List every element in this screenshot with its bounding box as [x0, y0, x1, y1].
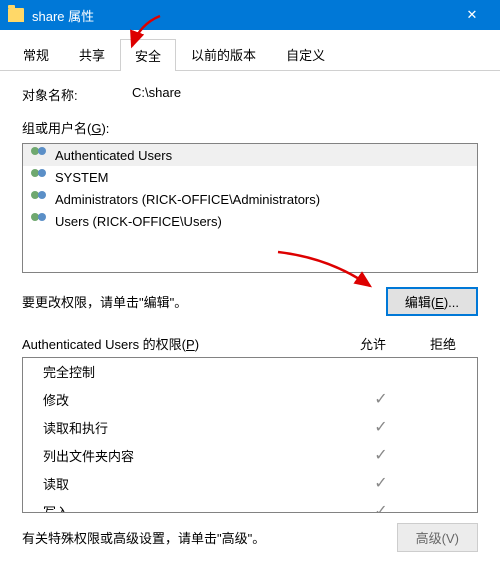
tab-2[interactable]: 安全 [120, 39, 176, 71]
object-name-row: 对象名称: C:\share [22, 85, 478, 104]
permission-name: 完全控制 [29, 362, 351, 381]
advanced-row: 有关特殊权限或高级设置，请单击"高级"。 高级(V) [22, 523, 478, 552]
permission-allow: ✓ [351, 473, 411, 493]
group-item-label: SYSTEM [55, 170, 108, 185]
folder-icon [8, 8, 24, 22]
close-button[interactable]: ✕ [452, 0, 492, 30]
edit-button[interactable]: 编辑(E)... [386, 287, 478, 316]
permission-row: 读取和执行✓ [23, 413, 477, 441]
permissions-col-deny: 拒绝 [408, 334, 478, 353]
permission-allow: ✓ [351, 501, 411, 513]
tab-1[interactable]: 共享 [64, 38, 120, 70]
window-title: share 属性 [32, 6, 452, 25]
group-item-label: Users (RICK-OFFICE\Users) [55, 214, 222, 229]
group-item[interactable]: Administrators (RICK-OFFICE\Administrato… [23, 188, 477, 210]
people-icon [29, 191, 49, 207]
permission-allow: ✓ [351, 445, 411, 465]
tab-content-security: 对象名称: C:\share 组或用户名(G): Authenticated U… [0, 71, 500, 566]
advanced-hint: 有关特殊权限或高级设置，请单击"高级"。 [22, 528, 265, 547]
people-icon [29, 169, 49, 185]
permission-allow: ✓ [351, 417, 411, 437]
group-item-label: Authenticated Users [55, 148, 172, 163]
people-icon [29, 213, 49, 229]
group-item-label: Administrators (RICK-OFFICE\Administrato… [55, 192, 320, 207]
advanced-button[interactable]: 高级(V) [397, 523, 478, 552]
tab-strip: 常规共享安全以前的版本自定义 [0, 30, 500, 71]
tab-0[interactable]: 常规 [8, 38, 64, 70]
permission-row: 列出文件夹内容✓ [23, 441, 477, 469]
edit-hint-text: 要更改权限，请单击"编辑"。 [22, 292, 187, 311]
permissions-header: Authenticated Users 的权限(P) 允许 拒绝 [22, 334, 478, 353]
titlebar: share 属性 ✕ [0, 0, 500, 30]
tab-4[interactable]: 自定义 [271, 38, 340, 70]
permissions-listbox[interactable]: 完全控制修改✓读取和执行✓列出文件夹内容✓读取✓写入✓ [22, 357, 478, 513]
permission-name: 列出文件夹内容 [29, 446, 351, 465]
group-item[interactable]: Authenticated Users [23, 144, 477, 166]
permission-allow: ✓ [351, 389, 411, 409]
permission-name: 写入 [29, 502, 351, 514]
permission-name: 读取和执行 [29, 418, 351, 437]
permission-row: 读取✓ [23, 469, 477, 497]
group-item[interactable]: Users (RICK-OFFICE\Users) [23, 210, 477, 232]
permission-row: 修改✓ [23, 385, 477, 413]
tab-3[interactable]: 以前的版本 [176, 38, 271, 70]
permission-row: 完全控制 [23, 358, 477, 385]
permission-name: 读取 [29, 474, 351, 493]
groups-listbox[interactable]: Authenticated Users SYSTEM Administrators … [22, 143, 478, 273]
people-icon [29, 147, 49, 163]
permission-name: 修改 [29, 390, 351, 409]
object-name-label: 对象名称: [22, 85, 132, 104]
group-item[interactable]: SYSTEM [23, 166, 477, 188]
object-name-value: C:\share [132, 85, 181, 104]
permission-row: 写入✓ [23, 497, 477, 513]
permissions-header-name: Authenticated Users 的权限(P) [22, 334, 338, 353]
groups-label: 组或用户名(G): [22, 118, 478, 137]
edit-hint-row: 要更改权限，请单击"编辑"。 编辑(E)... [22, 287, 478, 316]
permissions-col-allow: 允许 [338, 334, 408, 353]
